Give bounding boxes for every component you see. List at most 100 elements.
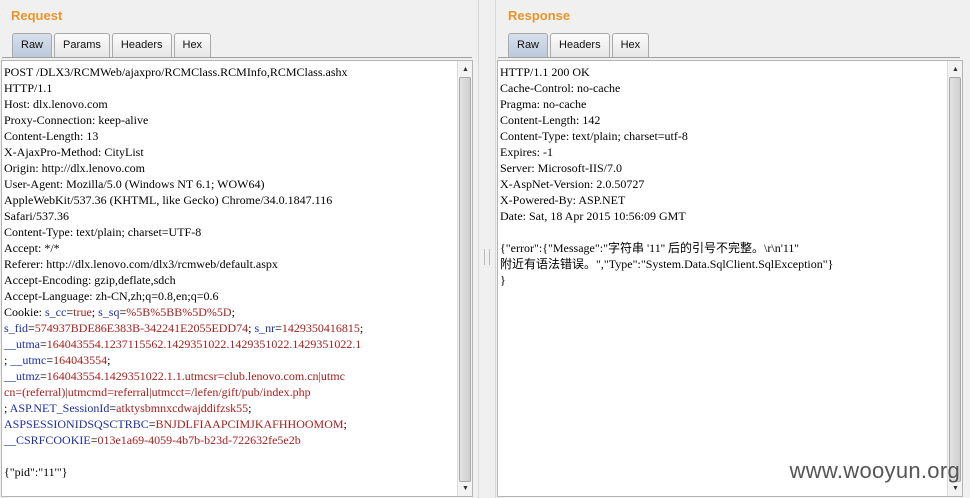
tab-divider [498,57,960,58]
response-panel: Response Raw Headers Hex HTTP/1.1 200 OK… [496,0,970,498]
cookie-value: 013e1a69-4059-4b7b-b23d-722632fe5e2b [97,433,301,447]
cookie-value: 1429350416815 [281,321,360,335]
text-segment: = [40,369,47,383]
text-segment: AppleWebKit/537.36 (KHTML, like Gecko) C… [4,193,333,207]
text-line: X-AspNet-Version: 2.0.50727 [500,176,833,192]
text-line: {"error":{"Message":"字符串 '11'' 后的引号不完整。\… [500,240,833,256]
text-line: Expires: -1 [500,144,833,160]
text-segment: Pragma: no-cache [500,97,587,111]
tab-hex[interactable]: Hex [611,33,650,57]
cookie-value: cn=(referral)|utmcmd=referral|utmcct=/le… [4,385,311,399]
cookie-key: __utmz [4,369,40,383]
text-segment: ; [343,417,347,431]
text-line: Server: Microsoft-IIS/7.0 [500,160,833,176]
text-segment: User-Agent: Mozilla/5.0 (Windows NT 6.1;… [4,177,265,191]
text-segment: Safari/537.36 [4,209,69,223]
scroll-thumb[interactable] [949,77,961,482]
text-segment: {"error":{"Message":"字符串 '11'' 后的引号不完整。\… [500,241,799,255]
text-segment: 附近有语法错误。","Type":"System.Data.SqlClient.… [500,257,834,271]
text-line: cn=(referral)|utmcmd=referral|utmcct=/le… [4,384,363,400]
text-segment: = [28,321,35,335]
scroll-up-icon[interactable]: ▲ [949,62,962,76]
text-line: __CSRFCOOKIE=013e1a69-4059-4b7b-b23d-722… [4,432,363,448]
tab-headers[interactable]: Headers [550,33,610,57]
response-raw-text[interactable]: HTTP/1.1 200 OK Cache-Control: no-cache Pr… [500,64,833,288]
splitter-grip-icon[interactable] [484,249,490,265]
text-segment: HTTP/1.1 200 OK [500,65,590,79]
tab-headers[interactable]: Headers [111,33,172,57]
text-segment: ; [231,305,235,319]
text-line: AppleWebKit/537.36 (KHTML, like Gecko) C… [4,192,363,208]
text-line: } [500,272,833,288]
text-line: X-AjaxPro-Method: CityList [4,144,363,160]
text-line: Cache-Control: no-cache [500,80,833,96]
tab-divider [2,57,472,58]
text-segment: ; [107,353,111,367]
text-line: HTTP/1.1 [4,80,363,96]
request-panel: Request Raw Params Headers Hex POST /DLX… [0,0,478,498]
scroll-thumb[interactable] [459,77,471,482]
text-line: ; ASP.NET_SessionId=atktysbmnxcdwajddifz… [4,400,363,416]
scroll-up-icon[interactable]: ▲ [459,62,472,76]
text-segment: = [275,321,282,335]
cookie-value: 574937BDE86E383B-342241E2055EDD74 [34,321,249,335]
text-line: Content-Type: text/plain; charset=utf-8 [500,128,833,144]
cookie-value: BNJDLFIAAPCIMJKAFHHOOMOM [155,417,344,431]
text-line: ; __utmc=164043554; [4,352,363,368]
text-segment: HTTP/1.1 [4,81,53,95]
tab-raw[interactable]: Raw [12,33,53,57]
request-editor[interactable]: POST /DLX3/RCMWeb/ajaxpro/RCMClass.RCMIn… [1,60,473,497]
text-segment: Accept-Encoding: gzip,deflate,sdch [4,273,176,287]
cookie-key: __utmc [10,353,47,367]
cookie-value: %5B%5BB%5D%5D [126,305,232,319]
text-segment: X-AjaxPro-Method: CityList [4,145,144,159]
scroll-down-icon[interactable]: ▼ [459,481,472,495]
response-scrollbar[interactable]: ▲ ▼ [947,61,962,496]
text-segment: Cache-Control: no-cache [500,81,621,95]
text-line [500,224,833,240]
response-title: Response [508,8,571,23]
tab-raw[interactable]: Raw [508,33,549,57]
cookie-key: s_cc [45,305,67,319]
text-line: Origin: http://dlx.lenovo.com [4,160,363,176]
text-line: __utmz=164043554.1429351022.1.1.utmcsr=c… [4,368,363,384]
text-segment: X-AspNet-Version: 2.0.50727 [500,177,645,191]
watermark: www.wooyun.org [789,458,960,483]
text-segment: Proxy-Connection: keep-alive [4,113,149,127]
text-line: Date: Sat, 18 Apr 2015 10:56:09 GMT [500,208,833,224]
text-line: s_fid=574937BDE86E383B-342241E2055EDD74;… [4,320,363,336]
text-segment: Content-Length: 142 [500,113,601,127]
text-line: ASPSESSIONIDSQSCTRBC=BNJDLFIAAPCIMJKAFHH… [4,416,363,432]
text-segment: ; [359,321,364,335]
text-segment: Expires: -1 [500,145,553,159]
response-editor[interactable]: HTTP/1.1 200 OK Cache-Control: no-cache Pr… [497,60,963,497]
text-line: Accept-Encoding: gzip,deflate,sdch [4,272,363,288]
text-line: User-Agent: Mozilla/5.0 (Windows NT 6.1;… [4,176,363,192]
text-segment: Origin: http://dlx.lenovo.com [4,161,145,175]
text-segment: Date: Sat, 18 Apr 2015 10:56:09 GMT [500,209,686,223]
text-segment: {"pid":"11'"} [4,465,68,479]
cookie-value: 164043554.1237115562.1429351022.14293510… [46,337,362,351]
text-line: Content-Type: text/plain; charset=UTF-8 [4,224,363,240]
request-raw-text[interactable]: POST /DLX3/RCMWeb/ajaxpro/RCMClass.RCMIn… [4,64,363,480]
text-segment: Accept: */* [4,241,60,255]
text-line: Host: dlx.lenovo.com [4,96,363,112]
text-line: {"pid":"11'"} [4,464,363,480]
cookie-value: 164043554 [53,353,108,367]
cookie-key: __CSRFCOOKIE [4,433,91,447]
tab-hex[interactable]: Hex [173,33,212,57]
tab-params[interactable]: Params [54,33,110,57]
text-line: Content-Length: 13 [4,128,363,144]
text-segment: = [40,337,47,351]
text-line: Content-Length: 142 [500,112,833,128]
text-segment: Accept-Language: zh-CN,zh;q=0.8,en;q=0.6 [4,289,219,303]
panel-splitter[interactable] [478,0,496,498]
text-segment: X-Powered-By: ASP.NET [500,193,626,207]
request-scrollbar[interactable]: ▲ ▼ [457,61,472,496]
text-segment: ; [248,401,252,415]
cookie-key: s_nr [254,321,276,335]
text-line: 附近有语法错误。","Type":"System.Data.SqlClient.… [500,256,833,272]
text-segment: } [500,273,506,287]
cookie-key: ASPSESSIONIDSQSCTRBC [4,417,149,431]
cookie-value: true [73,305,92,319]
